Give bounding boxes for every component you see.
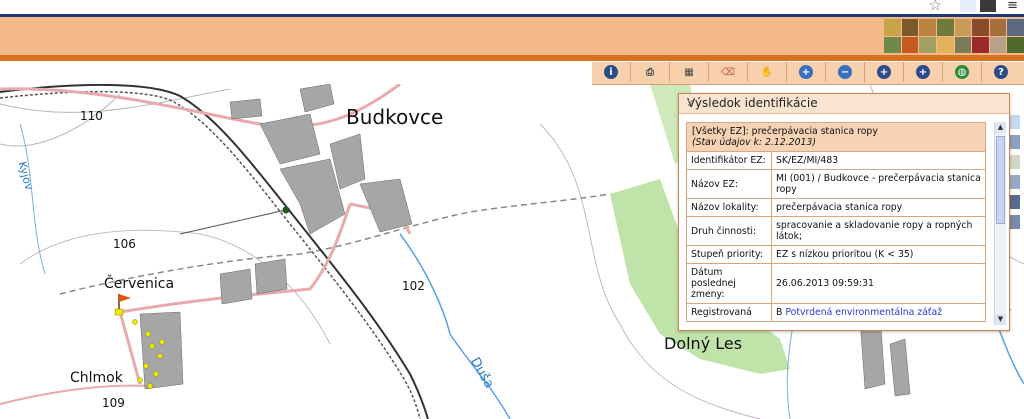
site-banner: [0, 17, 1024, 55]
banner-photo-strip: [884, 19, 1024, 53]
menu-icon[interactable]: ≡: [1007, 0, 1018, 13]
zoom-box-icon: +: [916, 65, 930, 79]
panel-scrollbar[interactable]: ▲ ▼: [994, 122, 1006, 325]
globe-icon: ◍: [955, 65, 969, 79]
close-icon[interactable]: x: [687, 96, 1003, 109]
print-tool-button[interactable]: ⎙: [631, 62, 670, 82]
banner-stripe: [0, 55, 1024, 61]
attribute-value: 26.06.2013 09:59:31: [771, 263, 986, 304]
zoom-out-tool-button[interactable]: −: [826, 62, 865, 82]
attribute-value: B Potvrdená environmentálna záťaž: [771, 303, 986, 322]
map-label-dolny-les: Dolný Les: [664, 334, 743, 353]
attribute-table: [Všetky EZ]: prečerpávacia stanica ropy …: [686, 122, 986, 322]
zoom-in-box-tool-button[interactable]: +: [865, 62, 904, 82]
map-label-elevation: 109: [102, 396, 125, 410]
map-label-chlmok: Chlmok: [70, 370, 123, 386]
help-icon: ?: [994, 65, 1008, 79]
identified-point-marker: [282, 206, 290, 214]
attribute-value: MI (001) / Budkovce - prečerpávacia stan…: [771, 169, 986, 199]
hand-icon: ✋: [760, 66, 774, 78]
zoom-box-icon: +: [877, 65, 891, 79]
table-row: Identifikátor EZ: SK/EZ/MI/483: [686, 151, 986, 170]
table-row: Registrovaná B Potvrdená environmentálna …: [686, 303, 986, 322]
map-label-elevation: 106: [113, 237, 136, 251]
attribute-key: Identifikátor EZ:: [686, 151, 772, 170]
attribute-key: Názov lokality:: [686, 198, 772, 217]
measure-tool-button[interactable]: ▦: [670, 62, 709, 82]
ebay-extension-icon[interactable]: [960, 0, 976, 12]
info-icon: i: [604, 65, 618, 79]
identification-result-panel: Výsledok identifikácie x [Všetky EZ]: pr…: [678, 93, 1010, 331]
print-icon: ⎙: [646, 66, 654, 78]
zoom-out-box-tool-button[interactable]: +: [904, 62, 943, 82]
table-header-row: [Všetky EZ]: prečerpávacia stanica ropy …: [686, 122, 986, 152]
bookmark-star-icon[interactable]: ☆: [929, 0, 942, 13]
info-tool-button[interactable]: i: [592, 62, 631, 82]
attribute-value: prečerpávacia stanica ropy: [771, 198, 986, 217]
attribute-key: Dátum poslednej zmeny:: [686, 263, 772, 304]
site-marker: [114, 308, 124, 316]
measure-icon: ▦: [684, 66, 694, 78]
panel-title-bar[interactable]: Výsledok identifikácie x: [679, 94, 1009, 114]
map-label-elevation: 110: [80, 109, 103, 123]
map-label-budkovce: Budkovce: [346, 105, 444, 129]
map-toolbar: i ⎙ ▦ ⌫ ✋ + − + + ◍ ?: [592, 62, 1024, 85]
registration-code: B: [776, 307, 783, 318]
attribute-key: Druh činnosti:: [686, 216, 772, 246]
eraser-icon: ⌫: [720, 66, 736, 78]
scroll-down-icon[interactable]: ▼: [995, 314, 1006, 325]
panel-body: [Všetky EZ]: prečerpávacia stanica ropy …: [686, 122, 990, 327]
table-row: Druh činnosti: spracovanie a skladovanie …: [686, 216, 986, 246]
attribute-value: SK/EZ/MI/483: [771, 151, 986, 170]
table-header-cell: [Všetky EZ]: prečerpávacia stanica ropy …: [686, 122, 986, 152]
layer-thumbnails: [1008, 115, 1022, 235]
scroll-up-icon[interactable]: ▲: [995, 122, 1006, 133]
map-label-cervenica: Červenica: [104, 276, 175, 292]
table-row: Stupeň priority: EZ s nízkou prioritou (K…: [686, 245, 986, 264]
zoom-in-icon: +: [799, 65, 813, 79]
table-row: Názov EZ: MI (001) / Budkovce - prečerpáv…: [686, 169, 986, 199]
attribute-key: Registrovaná: [686, 303, 772, 322]
record-title: [Všetky EZ]: prečerpávacia stanica ropy: [692, 126, 878, 137]
extension-icon[interactable]: [980, 0, 996, 12]
help-tool-button[interactable]: ?: [982, 62, 1020, 82]
globe-tool-button[interactable]: ◍: [943, 62, 982, 82]
eraser-tool-button[interactable]: ⌫: [709, 62, 748, 82]
zoom-in-tool-button[interactable]: +: [787, 62, 826, 82]
attribute-value: EZ s nízkou prioritou (K < 35): [771, 245, 986, 264]
browser-top-bar: ☆ ≡: [0, 0, 1024, 17]
pan-tool-button[interactable]: ✋: [748, 62, 787, 82]
attribute-key: Názov EZ:: [686, 169, 772, 199]
table-row: Názov lokality: prečerpávacia stanica rop…: [686, 198, 986, 217]
attribute-key: Stupeň priority:: [686, 245, 772, 264]
table-row: Dátum poslednej zmeny: 26.06.2013 09:59:3…: [686, 263, 986, 304]
attribute-value: spracovanie a skladovanie ropy a ropných…: [771, 216, 986, 246]
map-label-elevation: 102: [402, 279, 425, 293]
zoom-out-icon: −: [838, 65, 852, 79]
record-date: (Stav údajov k: 2.12.2013): [692, 137, 816, 148]
scrollbar-thumb[interactable]: [996, 136, 1005, 224]
registration-link[interactable]: Potvrdená environmentálna záťaž: [785, 307, 942, 318]
